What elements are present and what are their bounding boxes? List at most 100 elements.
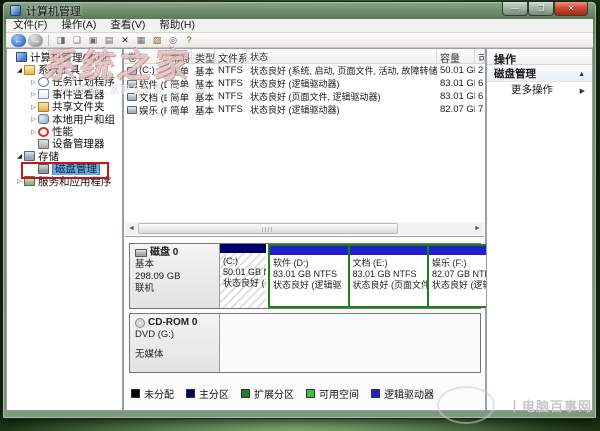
minimize-button[interactable]: — — [502, 2, 528, 16]
tree-item-task-scheduler[interactable]: 任务计划程序 — [7, 76, 122, 88]
console-tree-panel: 计算机管理(本地) 系统工具 任务计划程序 — [6, 48, 123, 411]
expand-arrow-icon[interactable] — [15, 152, 24, 160]
graphical-disk-view: 磁盘 0 基本 298.09 GB 联机 (C:) 50.01 GB NTFS — [125, 236, 484, 409]
disk-icon — [135, 249, 147, 257]
system-tools-icon — [24, 65, 35, 75]
tree-item-shared-folders[interactable]: 共享文件夹 — [7, 101, 122, 113]
disk-0-block: 磁盘 0 基本 298.09 GB 联机 (C:) 50.01 GB NTFS — [129, 243, 481, 309]
disk-0-label[interactable]: 磁盘 0 基本 298.09 GB 联机 — [130, 244, 220, 308]
partition-c[interactable]: (C:) 50.01 GB NTFS 状态良好 (系统, 启 — [220, 244, 268, 308]
menu-bar: 文件(F) 操作(A) 查看(V) 帮助(H) — [6, 19, 593, 33]
tree-item-system-tools[interactable]: 系统工具 — [7, 63, 122, 75]
unallocated-swatch — [131, 389, 140, 398]
submenu-arrow-icon — [580, 84, 585, 96]
actions-section-disk-management[interactable]: 磁盘管理 — [487, 65, 592, 82]
collapse-arrow-icon[interactable] — [29, 128, 38, 136]
tree-item-computer-management[interactable]: 计算机管理(本地) — [7, 51, 122, 63]
shared-folders-icon — [38, 102, 49, 112]
window-title: 计算机管理 — [26, 3, 81, 19]
tree-item-performance[interactable]: 性能 — [7, 125, 122, 137]
collapse-arrow-icon[interactable] — [29, 103, 38, 111]
actions-panel: 操作 磁盘管理 更多操作 — [486, 48, 593, 411]
primary-partition-swatch — [186, 389, 195, 398]
cdrom-0-label[interactable]: CD-ROM 0 DVD (G:) 无媒体 — [130, 314, 220, 372]
extended-partition-swatch — [241, 389, 250, 398]
window-controls: — ❐ ✕ — [502, 2, 588, 16]
horizontal-scrollbar[interactable] — [125, 222, 484, 235]
col-layout[interactable]: 布局 — [167, 49, 192, 63]
col-capacity[interactable]: 容量 — [437, 49, 475, 63]
toolbar: ← → ◨ ❏ ▣ ▤ ✕ ▦ ▨ ◎ ? — [6, 33, 593, 48]
free-space-swatch — [306, 389, 315, 398]
expand-arrow-icon[interactable] — [15, 66, 24, 74]
scrollbar-thumb[interactable] — [138, 223, 398, 234]
task-scheduler-icon — [38, 77, 49, 87]
partition-legend: 未分配 主分区 扩展分区 可用空间 逻辑驱动器 — [131, 386, 434, 401]
col-volume[interactable]: 卷 — [124, 49, 167, 63]
menu-file[interactable]: 文件(F) — [6, 19, 54, 32]
cdrom-empty-area — [220, 314, 480, 372]
partition-e[interactable]: 文档 (E:) 83.01 GB NTFS 状态良好 (页面文件 — [350, 246, 428, 306]
volume-icon — [127, 80, 137, 88]
volume-row-c[interactable]: (C:) 简单 基本 NTFS 状态良好 (系统, 启动, 页面文件, 活动, … — [124, 64, 485, 77]
computer-icon — [16, 52, 27, 62]
menu-help[interactable]: 帮助(H) — [152, 19, 202, 32]
volume-row-e[interactable]: 文档 (E:) 简单 基本 NTFS 状态良好 (页面文件, 逻辑驱动器) 83… — [124, 90, 485, 103]
users-icon — [38, 114, 49, 124]
collapse-arrow-icon[interactable] — [29, 115, 38, 123]
tree-item-event-viewer[interactable]: 事件查看器 — [7, 88, 122, 100]
cd-icon — [135, 318, 145, 328]
extended-partition-group: 软件 (D:) 83.01 GB NTFS 状态良好 (逻辑驱 文档 (E:) — [268, 244, 509, 308]
menu-view[interactable]: 查看(V) — [103, 19, 152, 32]
menu-action[interactable]: 操作(A) — [54, 19, 103, 32]
content-area: 计算机管理(本地) 系统工具 任务计划程序 — [6, 48, 593, 411]
help-window-icon[interactable]: ▣ — [86, 34, 100, 47]
volume-icon — [127, 67, 137, 75]
annotation-highlight-box — [21, 162, 109, 179]
volume-row-d[interactable]: 软件 (D:) 简单 基本 NTFS 状态良好 (逻辑驱动器) 83.01 GB… — [124, 77, 485, 90]
collapse-up-icon[interactable] — [578, 67, 585, 79]
volume-row-f[interactable]: 娱乐 (F:) 简单 基本 NTFS 状态良好 (逻辑驱动器) 82.07 GB… — [124, 103, 485, 116]
export-list-icon[interactable]: ▤ — [102, 34, 116, 47]
back-icon[interactable]: ← — [11, 34, 26, 47]
collapse-arrow-icon[interactable] — [29, 78, 38, 86]
logical-drive-swatch — [371, 389, 380, 398]
performance-icon — [38, 127, 49, 137]
properties-icon[interactable]: ▦ — [134, 34, 148, 47]
more-actions-item[interactable]: 更多操作 — [487, 82, 592, 97]
delete-icon[interactable]: ✕ — [118, 34, 132, 47]
show-console-tree-icon[interactable]: ◨ — [54, 34, 68, 47]
tree-item-device-manager[interactable]: 设备管理器 — [7, 138, 122, 150]
desktop: 计算机管理 — ❐ ✕ 文件(F) 操作(A) 查看(V) 帮助(H) ← → … — [0, 0, 600, 431]
volume-icon — [127, 106, 137, 114]
volume-icon — [127, 93, 137, 101]
open-folder-icon[interactable]: ▨ — [150, 34, 164, 47]
col-free[interactable]: 可 — [475, 49, 485, 63]
disk-management-pane: 卷 布局 类型 文件系统 状态 容量 可 (C:) 简单 基本 NTFS 状态良… — [123, 48, 486, 411]
close-button[interactable]: ✕ — [554, 2, 588, 16]
maximize-button[interactable]: ❐ — [528, 2, 554, 16]
collapse-arrow-icon[interactable] — [29, 90, 38, 98]
logical-drive-bar — [270, 246, 348, 255]
tree-item-storage[interactable]: 存储 — [7, 150, 122, 162]
partition-d[interactable]: 软件 (D:) 83.01 GB NTFS 状态良好 (逻辑驱 — [270, 246, 348, 306]
scroll-left-icon[interactable] — [125, 222, 138, 235]
col-status[interactable]: 状态 — [247, 49, 437, 63]
tree-item-local-users-groups[interactable]: 本地用户和组 — [7, 113, 122, 125]
primary-partition-bar — [220, 244, 266, 253]
storage-icon — [24, 151, 35, 161]
col-type[interactable]: 类型 — [192, 49, 215, 63]
forward-icon[interactable]: → — [28, 34, 43, 47]
toolbar-separator — [48, 35, 49, 46]
cdrom-0-block: CD-ROM 0 DVD (G:) 无媒体 — [129, 313, 481, 373]
actions-title: 操作 — [487, 49, 592, 65]
window-icon — [10, 5, 21, 16]
device-manager-icon — [38, 139, 49, 149]
col-filesystem[interactable]: 文件系统 — [215, 49, 247, 63]
window-icon[interactable]: ❏ — [70, 34, 84, 47]
scroll-right-icon[interactable] — [471, 222, 484, 235]
event-viewer-icon — [38, 89, 49, 99]
help-icon[interactable]: ? — [182, 34, 196, 47]
search-icon[interactable]: ◎ — [166, 34, 180, 47]
logical-drive-bar — [350, 246, 428, 255]
